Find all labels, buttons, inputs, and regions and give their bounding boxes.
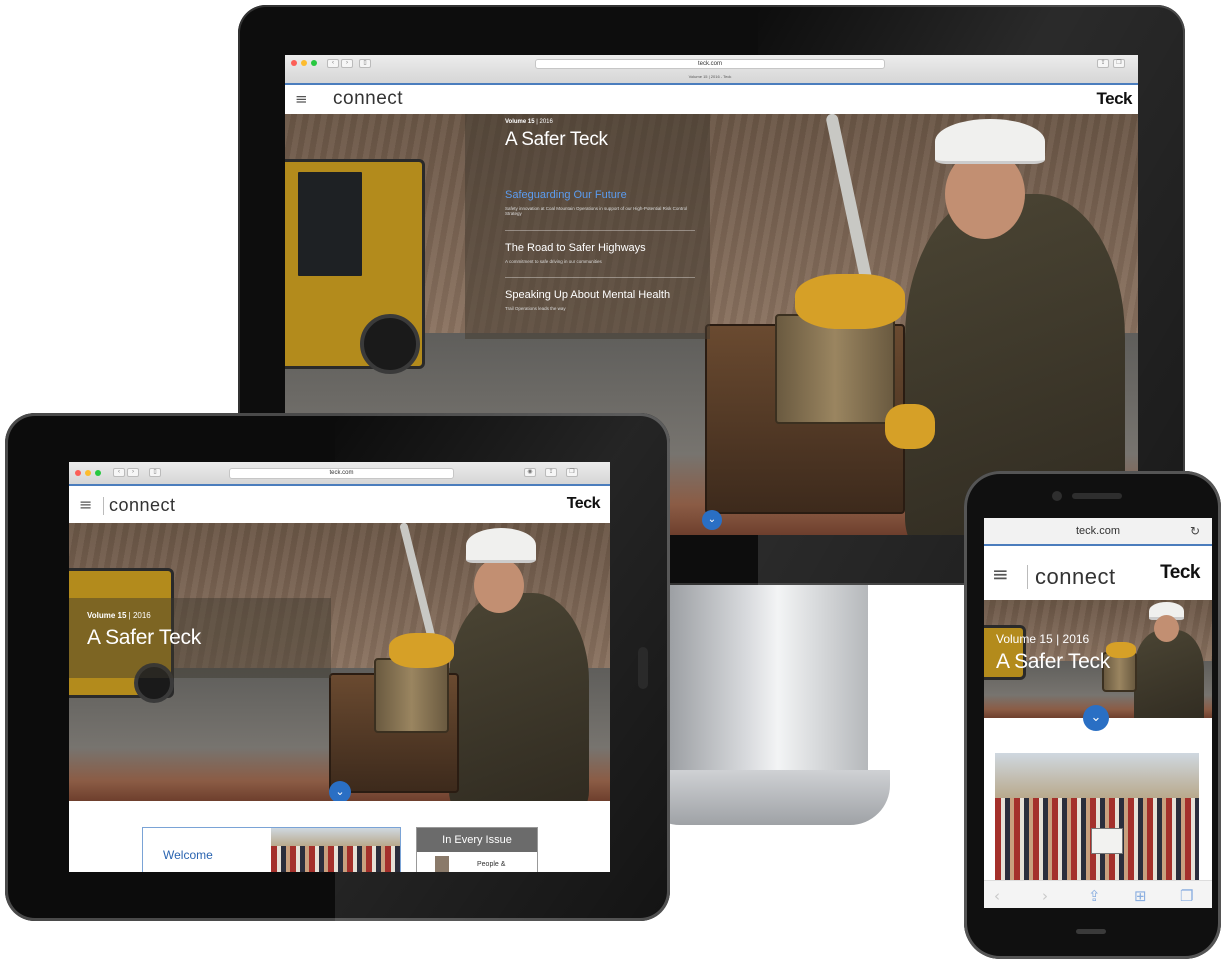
teck-logo[interactable]: Teck [1160,562,1200,584]
phone-home-indicator [1076,929,1106,934]
close-window-icon[interactable] [291,60,297,66]
window-controls[interactable] [75,470,101,476]
phone-camera [1052,491,1062,501]
back-button[interactable]: ‹ [113,468,125,477]
close-window-icon[interactable] [75,470,81,476]
hero-photo: Volume 15 | 2016 A Safer Teck [984,600,1212,718]
sidebar-button[interactable]: ▯ [359,59,371,68]
share-button[interactable]: ⇪ [1097,59,1109,68]
site-header: ≡ connect Teck [69,486,610,523]
welcome-title[interactable]: Welcome [163,848,213,862]
story-divider [505,277,695,278]
worker-image [449,593,589,801]
volume-label: Volume 15 | 2016 [505,119,553,125]
chevron-down-icon[interactable]: ⌄ [702,510,722,530]
address-bar[interactable]: teck.com [229,468,454,479]
brand-name[interactable]: connect [109,495,176,516]
browser-chrome: ‹ › ▯ teck.com ⇪ ❐ Volume 15 | 2016 - Te… [285,55,1138,85]
hamburger-icon[interactable]: ≡ [79,495,92,514]
tablet-screen: ‹ › ▯ teck.com ◉ ⇪ ❐ ≡ connect Teck Volu… [69,462,610,872]
reload-icon[interactable]: ↻ [1190,524,1200,538]
hamburger-icon[interactable]: ≡ [295,90,308,108]
address-bar[interactable]: teck.com ↻ [984,518,1212,546]
hero-title: A Safer Teck [505,129,608,150]
forward-button[interactable]: › [341,59,353,68]
share-icon[interactable]: ⇪ [1088,887,1101,905]
maximize-window-icon[interactable] [311,60,317,66]
chevron-down-icon[interactable]: ⌄ [1083,705,1109,731]
story-link-3[interactable]: Speaking Up About Mental Health [505,289,670,301]
forward-button[interactable]: › [127,468,139,477]
hardhat-image [935,119,1045,164]
volume-label: Volume 15 | 2016 [87,611,151,620]
in-every-issue-heading: In Every Issue [417,828,537,852]
safari-toolbar: ‹ › ⇪ ⊞ ❐ [984,880,1212,908]
group-photo [995,753,1199,881]
minimize-window-icon[interactable] [85,470,91,476]
forward-arrow-icon[interactable]: › [1042,887,1048,905]
story-subtitle-2: A commitment to safe driving in our comm… [505,259,602,264]
tabs-icon[interactable]: ❐ [1180,887,1193,905]
teck-logo[interactable]: Teck [1097,89,1133,109]
group-photo [271,828,400,872]
story-divider [505,230,695,231]
hero-title: A Safer Teck [87,626,201,649]
tablet-home-button [638,647,648,689]
volume-label: Volume 15 | 2016 [996,632,1090,646]
story-link-1[interactable]: Safeguarding Our Future [505,189,627,201]
hamburger-icon[interactable]: ≡ [992,562,1009,586]
story-subtitle-3: Trail Operations leads the way [505,306,566,311]
browser-chrome: ‹ › ▯ teck.com ◉ ⇪ ❐ [69,462,610,486]
site-header: ≡ connect Teck [285,85,1138,114]
monitor-stand-neck [668,585,868,775]
brand-name[interactable]: connect [1035,564,1116,590]
phone-speaker [1072,493,1122,499]
site-header: ≡ connect Teck [984,548,1212,600]
worker-image [1134,630,1204,718]
people-thumb [435,856,449,872]
window-controls[interactable] [291,60,317,66]
teck-logo[interactable]: Teck [567,495,601,513]
story-link-2[interactable]: The Road to Safer Highways [505,242,646,254]
hero-photo: Volume 15 | 2016 A Safer Teck ⌄ [69,523,610,801]
tabs-button[interactable]: ❐ [1113,59,1125,68]
hero-title: A Safer Teck [996,650,1110,673]
brand-name[interactable]: connect [333,88,403,110]
address-url[interactable]: teck.com [984,525,1212,537]
story-subtitle-1: Safety innovation at Coal Mountain Opera… [505,206,688,216]
download-button[interactable]: ◉ [524,468,536,477]
hardhat-image [466,528,536,563]
people-link[interactable]: People & [477,861,505,868]
sidebar-button[interactable]: ▯ [149,468,161,477]
sign-image [1091,828,1123,854]
chevron-down-icon[interactable]: ⌄ [329,781,351,801]
maximize-window-icon[interactable] [95,470,101,476]
tabs-button[interactable]: ❐ [566,468,578,477]
phone-screen: teck.com ↻ ≡ connect Teck Volume 15 | 20… [984,518,1212,908]
back-button[interactable]: ‹ [327,59,339,68]
tab-title[interactable]: Volume 15 | 2016 - Teck [435,74,985,79]
share-button[interactable]: ⇪ [545,468,557,477]
bookmarks-icon[interactable]: ⊞ [1134,887,1147,905]
back-arrow-icon[interactable]: ‹ [994,887,1000,905]
minimize-window-icon[interactable] [301,60,307,66]
address-bar[interactable]: teck.com [535,59,885,69]
monitor-stand-base [640,770,890,825]
in-every-issue-box: In Every Issue People & [416,827,538,872]
